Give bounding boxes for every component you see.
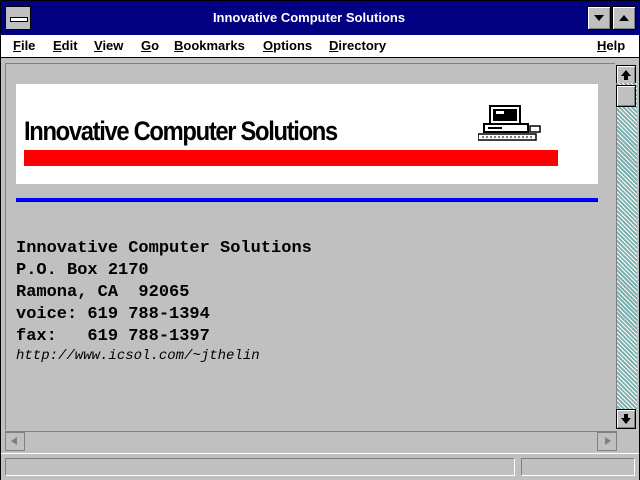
horizontal-rule (16, 198, 598, 202)
scroll-right-button[interactable] (597, 432, 617, 451)
title-bar[interactable]: Innovative Computer Solutions (1, 1, 639, 35)
page-content: Innovative Computer Solutions Innovative… (5, 63, 616, 430)
menu-edit[interactable]: Edit (53, 38, 78, 53)
system-menu-icon (10, 17, 28, 22)
status-bar (1, 453, 639, 480)
minimize-arrow-icon (594, 15, 604, 21)
po-box: P.O. Box 2170 (16, 261, 149, 280)
arrow-down-icon (621, 414, 631, 424)
menu-go[interactable]: Go (141, 38, 159, 53)
horizontal-scrollbar[interactable] (5, 431, 617, 452)
fax-number: fax: 619 788-1397 (16, 327, 210, 346)
arrow-left-icon (11, 437, 17, 445)
minimize-button[interactable] (587, 6, 611, 30)
window-title: Innovative Computer Solutions (212, 10, 406, 25)
voice-phone: voice: 619 788-1394 (16, 305, 210, 324)
menu-bookmarks[interactable]: Bookmarks (174, 38, 245, 53)
menu-options[interactable]: Options (263, 38, 312, 53)
maximize-arrow-icon (619, 15, 629, 21)
system-menu-button[interactable] (5, 6, 31, 30)
status-message (5, 458, 515, 476)
banner-image: Innovative Computer Solutions (16, 84, 598, 184)
menu-file[interactable]: File (13, 38, 35, 53)
menu-view[interactable]: View (94, 38, 123, 53)
arrow-right-icon (605, 437, 611, 445)
address-block: Innovative Computer Solutions P.O. Box 21… (16, 238, 312, 348)
arrow-up-icon (621, 70, 631, 80)
menu-bar: File Edit View Go Bookmarks Options Dire… (1, 35, 639, 58)
menu-directory[interactable]: Directory (329, 38, 386, 53)
menu-help[interactable]: Help (597, 38, 625, 53)
computer-icon (478, 105, 541, 141)
banner-title: Innovative Computer Solutions (24, 116, 338, 146)
maximize-button[interactable] (612, 6, 636, 30)
banner-red-bar (24, 150, 558, 166)
company-name: Innovative Computer Solutions (16, 239, 312, 258)
scroll-left-button[interactable] (5, 432, 25, 451)
website-url: http://www.icsol.com/~jthelin (16, 348, 260, 364)
vertical-scroll-thumb[interactable] (616, 85, 636, 107)
city-state-zip: Ramona, CA 92065 (16, 283, 190, 302)
scroll-up-button[interactable] (616, 65, 636, 85)
status-progress (521, 458, 635, 476)
browser-window: Innovative Computer Solutions File Edit … (0, 0, 640, 480)
vertical-scrollbar[interactable] (615, 63, 637, 431)
scroll-down-button[interactable] (616, 409, 636, 429)
vertical-scroll-track[interactable] (616, 83, 637, 409)
